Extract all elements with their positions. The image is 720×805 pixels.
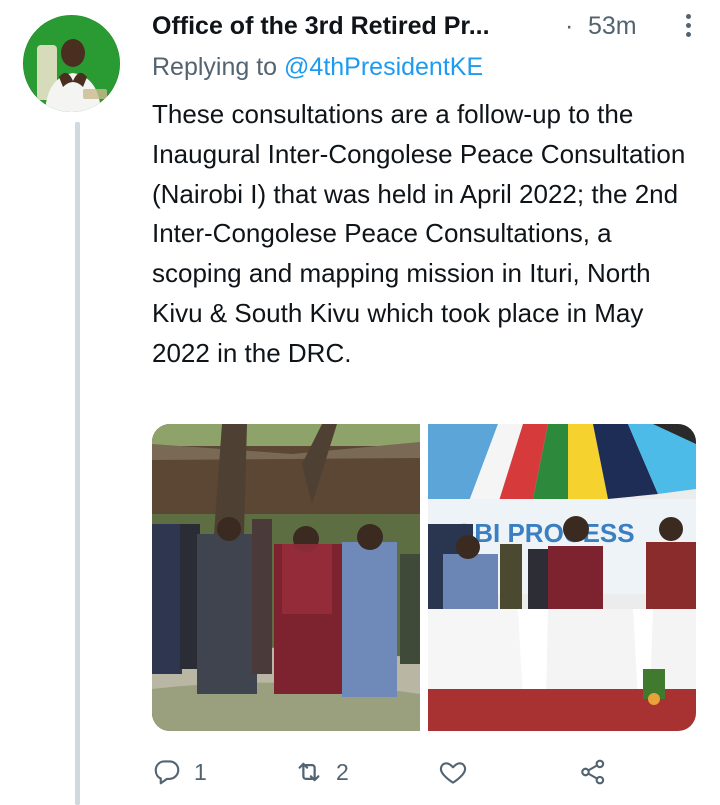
- tweet-photo-2[interactable]: IROBI PROCESS: [428, 424, 696, 731]
- share-icon: [581, 759, 605, 785]
- reply-count: 1: [194, 758, 207, 785]
- avatar-image: [23, 15, 120, 112]
- tweet-media-grid: IROBI PROCESS: [152, 424, 696, 731]
- retweet-button[interactable]: 2: [294, 752, 349, 792]
- like-icon: [439, 762, 467, 784]
- photo-1-image: [152, 424, 420, 731]
- share-button[interactable]: [578, 752, 608, 792]
- tweet-photo-1[interactable]: [152, 424, 420, 731]
- photo-2-image: IROBI PROCESS: [428, 424, 696, 731]
- retweet-icon: [298, 762, 320, 782]
- tweet-body-text: These consultations are a follow-up to t…: [152, 99, 686, 368]
- tweet-header: Office of the 3rd Retired Pr... · 53m: [152, 8, 700, 48]
- replying-to-line: Replying to @4thPresidentKE: [152, 53, 483, 82]
- reply-button[interactable]: 1: [152, 752, 207, 792]
- more-options-icon[interactable]: [676, 10, 700, 40]
- reply-icon: [154, 760, 180, 785]
- replying-to-label: Replying to: [152, 53, 278, 81]
- tweet-action-bar: 1 2: [152, 752, 712, 792]
- retweet-count: 2: [336, 758, 349, 785]
- tweet-timestamp[interactable]: 53m: [588, 12, 637, 41]
- thread-connector-line: [75, 122, 80, 805]
- header-separator: ·: [565, 12, 574, 40]
- like-button[interactable]: [438, 752, 480, 792]
- replying-to-handle-link[interactable]: @4thPresidentKE: [284, 53, 483, 81]
- author-avatar[interactable]: [23, 15, 120, 112]
- author-name[interactable]: Office of the 3rd Retired Pr...: [152, 12, 490, 41]
